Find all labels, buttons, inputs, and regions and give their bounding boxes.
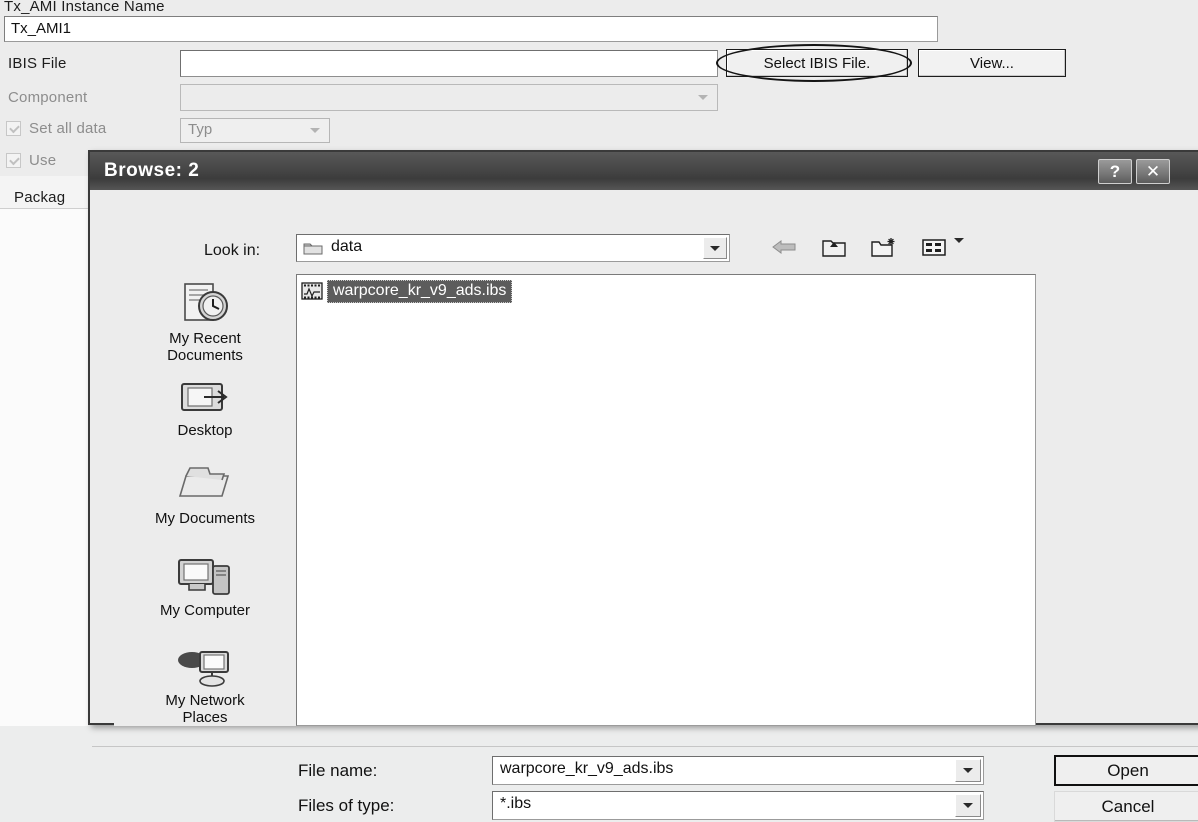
set-all-data-checkbox-row[interactable]: Set all data	[6, 120, 106, 137]
background-white-panel	[0, 208, 88, 726]
file-name-value: warpcore_kr_v9_ads.ibs	[500, 760, 674, 777]
views-icon[interactable]	[918, 232, 950, 262]
instance-name-label: Tx_AMI Instance Name	[4, 0, 165, 15]
place-label: My Recent Documents	[167, 330, 243, 364]
chevron-down-icon[interactable]	[703, 237, 727, 259]
place-my-network-places[interactable]: My Network Places	[114, 636, 296, 726]
list-item[interactable]: warpcore_kr_v9_ads.ibs	[301, 279, 513, 303]
chevron-down-icon	[691, 87, 715, 108]
place-label: My Network Places	[165, 692, 245, 726]
ibis-file-input[interactable]	[180, 50, 718, 77]
open-button-label: Open	[1107, 760, 1149, 780]
look-in-dropdown[interactable]: data	[296, 234, 730, 262]
my-documents-icon	[114, 454, 296, 508]
close-button-label: ✕	[1145, 161, 1161, 181]
place-desktop[interactable]: Desktop	[114, 366, 296, 439]
use-checkbox-row[interactable]: Use	[6, 152, 56, 169]
place-my-computer[interactable]: My Computer	[114, 546, 296, 619]
view-button[interactable]: View...	[918, 49, 1066, 77]
file-name-label: warpcore_kr_v9_ads.ibs	[327, 279, 513, 303]
open-button[interactable]: Open	[1054, 755, 1198, 786]
places-bar: My Recent Documents Desktop My Documents…	[114, 274, 296, 726]
dialog-title-bar[interactable]: Browse: 2 ? ✕	[90, 152, 1198, 190]
chevron-down-icon[interactable]	[955, 759, 981, 782]
chevron-down-icon	[303, 121, 327, 140]
ibis-file-icon	[301, 282, 323, 300]
close-icon[interactable]: ✕	[1136, 159, 1170, 184]
use-label: Use	[29, 152, 57, 169]
files-of-type-dropdown[interactable]: *.ibs	[492, 791, 984, 820]
files-of-type-value: *.ibs	[500, 795, 532, 812]
browse-file-dialog: Browse: 2 ? ✕ Look in: data My Recent Do…	[88, 150, 1198, 822]
up-one-level-icon[interactable]	[818, 232, 850, 262]
new-folder-icon[interactable]	[868, 232, 900, 262]
cancel-button-label: Cancel	[1101, 796, 1155, 816]
instance-name-input[interactable]: Tx_AMI1	[4, 16, 938, 42]
look-in-value: data	[331, 238, 363, 255]
view-button-label: View...	[970, 54, 1014, 72]
place-label: My Computer	[159, 602, 251, 619]
typ-value: Typ	[188, 121, 213, 138]
place-label: My Documents	[154, 510, 256, 527]
instance-name-value: Tx_AMI1	[11, 20, 72, 37]
help-button-label: ?	[1109, 161, 1121, 181]
my-network-places-icon	[114, 636, 296, 690]
component-label: Component	[8, 89, 88, 106]
folder-icon	[303, 240, 323, 256]
back-icon[interactable]	[768, 232, 800, 262]
select-ibis-file-label: Select IBIS File.	[763, 54, 871, 72]
my-computer-icon	[114, 546, 296, 600]
select-ibis-file-button[interactable]: Select IBIS File.	[726, 49, 908, 77]
files-of-type-label: Files of type:	[298, 796, 395, 815]
desktop-icon	[114, 366, 296, 420]
ibis-file-label: IBIS File	[8, 55, 67, 72]
component-dropdown[interactable]	[180, 84, 718, 111]
chevron-down-icon[interactable]	[954, 238, 964, 261]
place-my-documents[interactable]: My Documents	[114, 454, 296, 527]
package-tab-label: Packag	[14, 189, 66, 206]
chevron-down-icon[interactable]	[955, 794, 981, 817]
checkmark-icon[interactable]	[6, 121, 21, 136]
dialog-title: Browse: 2	[104, 160, 200, 181]
checkmark-icon[interactable]	[6, 153, 21, 168]
help-icon[interactable]: ?	[1098, 159, 1132, 184]
dialog-body: Look in: data My Recent Documents Deskto…	[92, 190, 1198, 822]
recent-documents-icon	[114, 274, 296, 328]
file-list[interactable]: warpcore_kr_v9_ads.ibs	[296, 274, 1036, 726]
file-name-field-label: File name:	[298, 761, 378, 780]
place-label: Desktop	[177, 422, 233, 439]
place-my-recent-documents[interactable]: My Recent Documents	[114, 274, 296, 364]
cancel-button[interactable]: Cancel	[1054, 791, 1198, 822]
divider	[92, 746, 1198, 747]
file-name-input[interactable]: warpcore_kr_v9_ads.ibs	[492, 756, 984, 785]
set-all-data-label: Set all data	[29, 120, 107, 137]
typ-dropdown[interactable]: Typ	[180, 118, 330, 143]
look-in-label: Look in:	[204, 242, 261, 259]
